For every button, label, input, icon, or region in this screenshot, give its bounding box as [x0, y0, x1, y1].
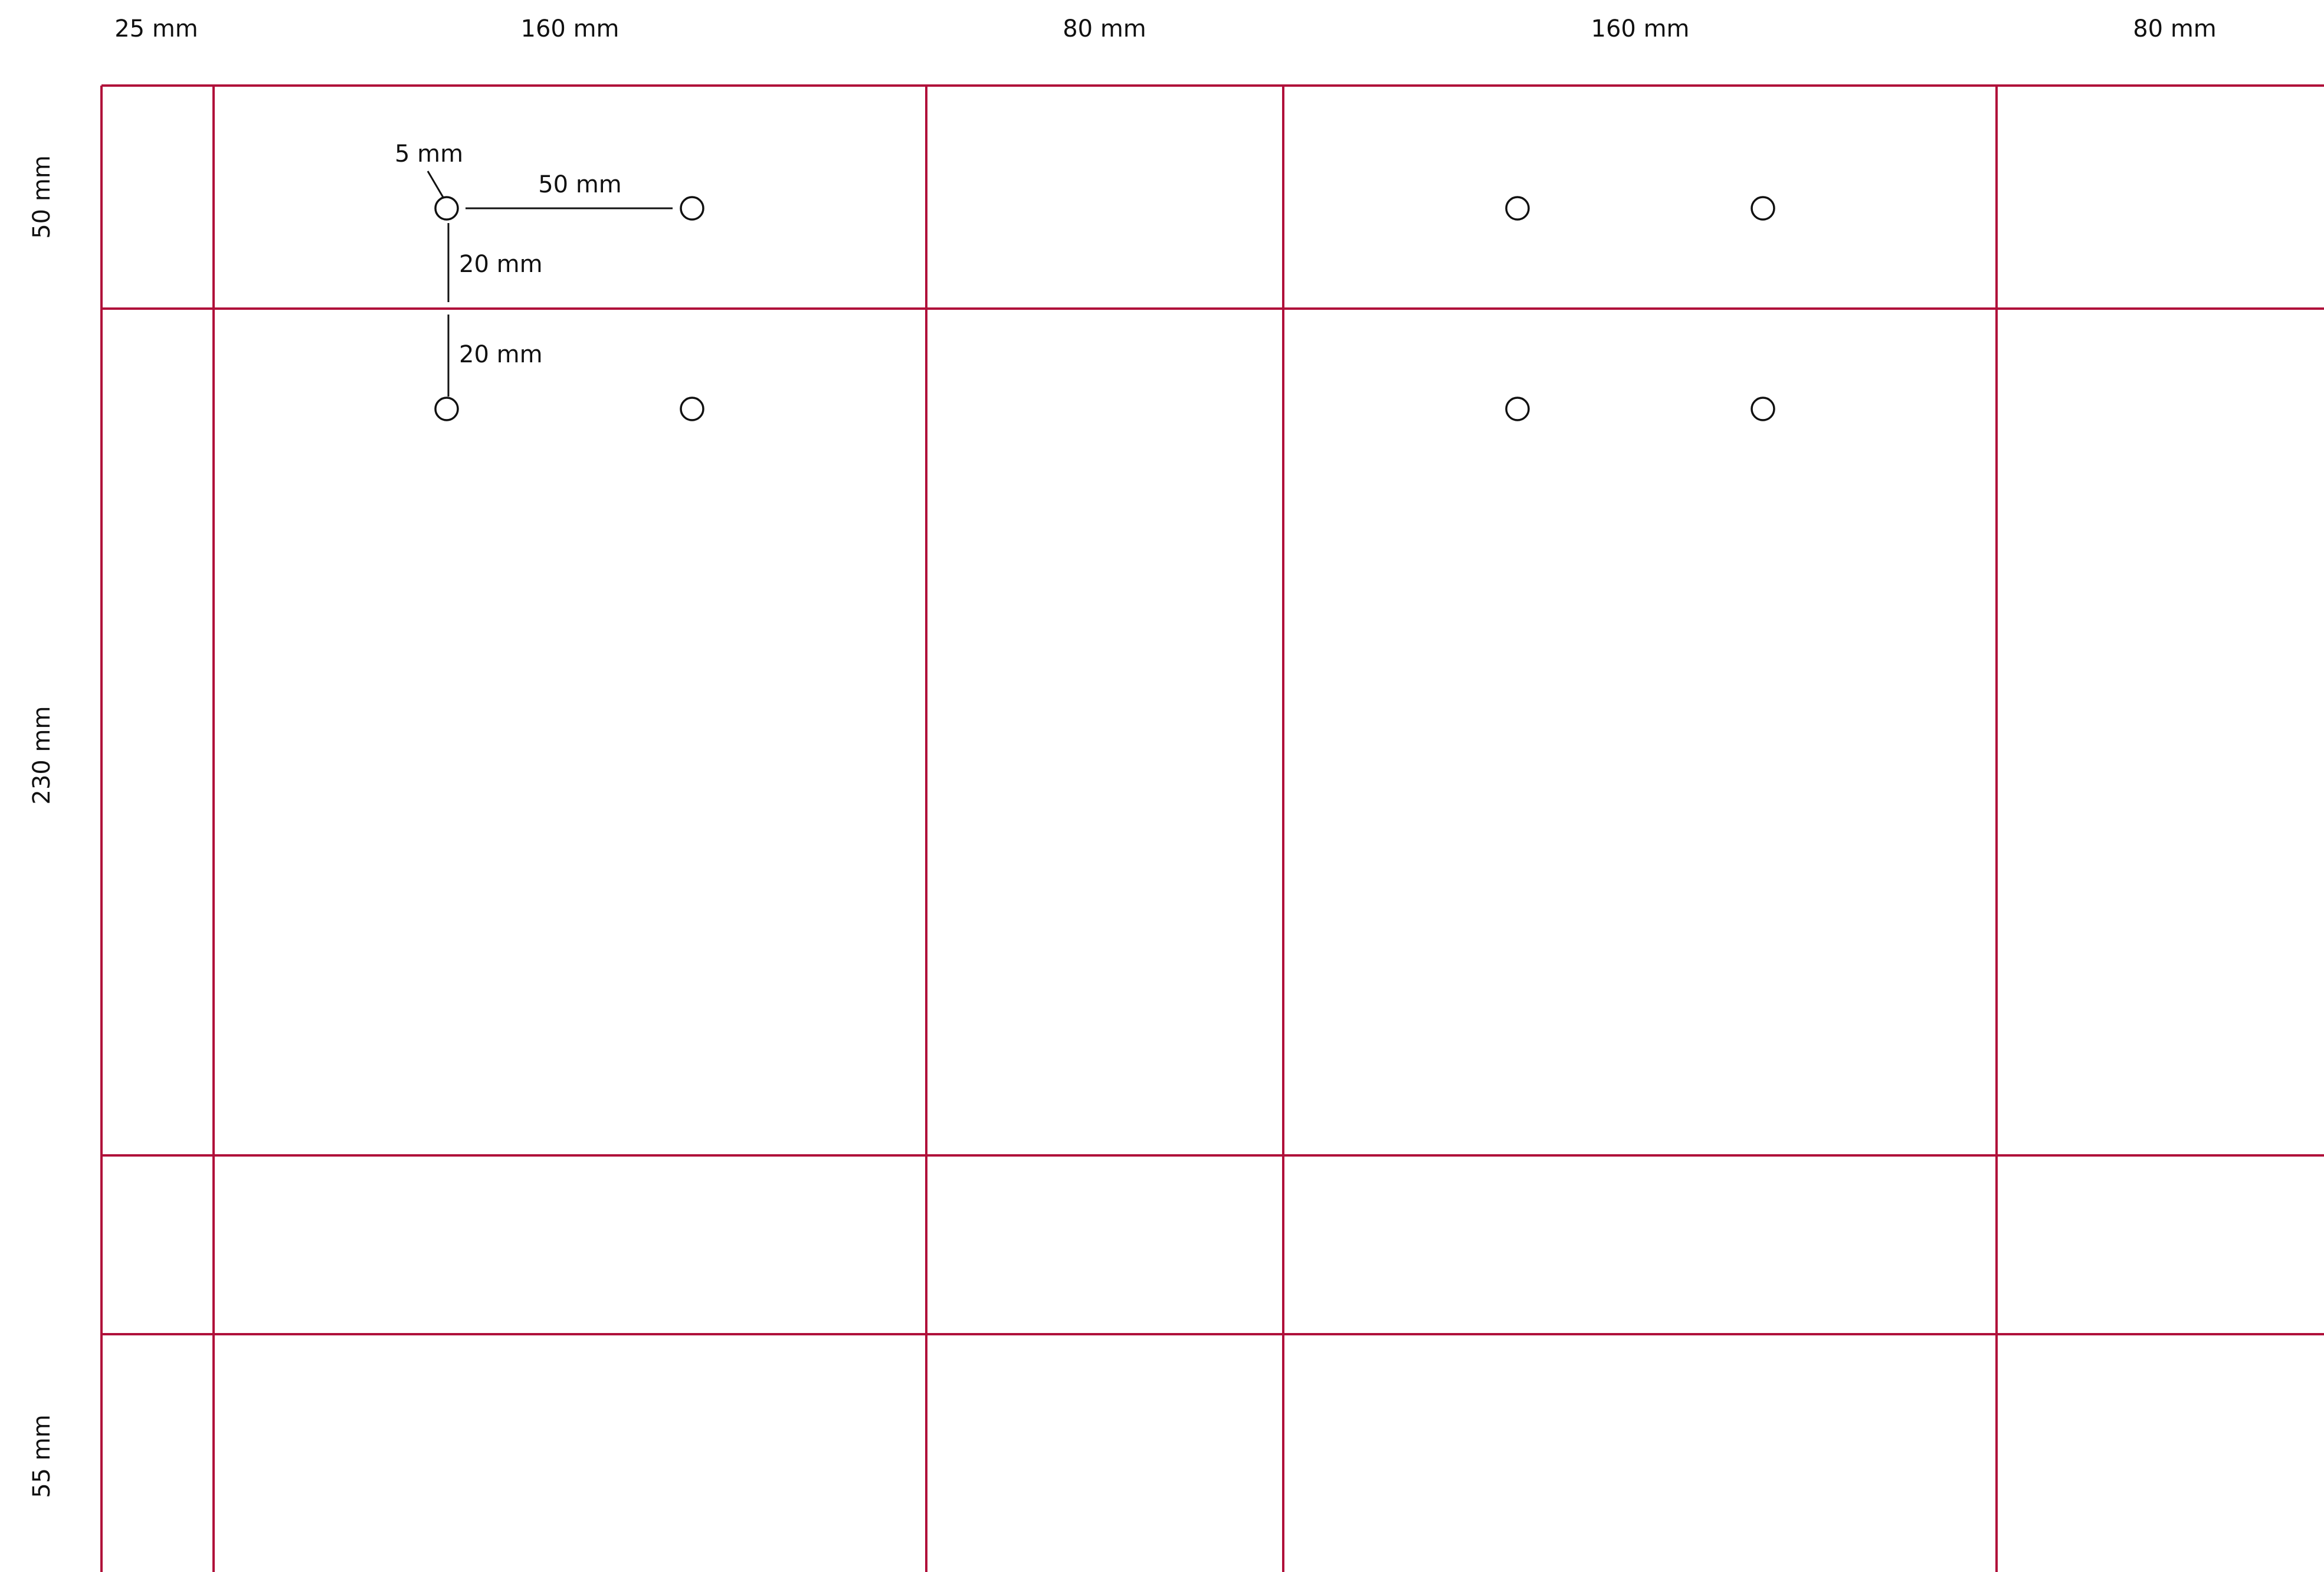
row-label-top: 50 mm: [28, 155, 55, 239]
hole-circle: [1505, 196, 1530, 221]
row-labels: 50 mm 230 mm 55 mm: [28, 155, 55, 1498]
label-hole-diameter: 5 mm: [395, 140, 463, 168]
label-horizontal-spacing: 50 mm: [538, 171, 622, 198]
hole-circle: [1505, 397, 1530, 421]
fold-layout-diagram: 25 mm 160 mm 80 mm 160 mm 80 mm 50 mm 23…: [28, 15, 2324, 1572]
column-label-panel-2: 80 mm: [1063, 15, 1146, 42]
hole-circle: [680, 397, 704, 421]
grid-lines: [100, 84, 2324, 1572]
hole-circle: [680, 196, 704, 221]
column-label-margin: 25 mm: [114, 15, 198, 42]
column-labels: 25 mm 160 mm 80 mm 160 mm 80 mm: [114, 15, 2217, 42]
hole-circle: [434, 196, 459, 221]
annotation-labels: 5 mm 50 mm 20 mm 20 mm: [395, 140, 622, 368]
hole-circle: [1751, 397, 1775, 421]
column-label-panel-4: 80 mm: [2133, 15, 2217, 42]
row-label-bottom: 55 mm: [28, 1414, 55, 1498]
label-vertical-spacing-lower: 20 mm: [459, 341, 543, 368]
label-vertical-spacing-upper: 20 mm: [459, 251, 543, 278]
column-label-panel-1: 160 mm: [521, 15, 619, 42]
column-label-panel-3: 160 mm: [1591, 15, 1690, 42]
hole-circle: [1751, 196, 1775, 221]
hole-circle: [434, 397, 459, 421]
leader-line-hole-diameter: [427, 171, 445, 199]
row-label-middle: 230 mm: [28, 706, 55, 805]
